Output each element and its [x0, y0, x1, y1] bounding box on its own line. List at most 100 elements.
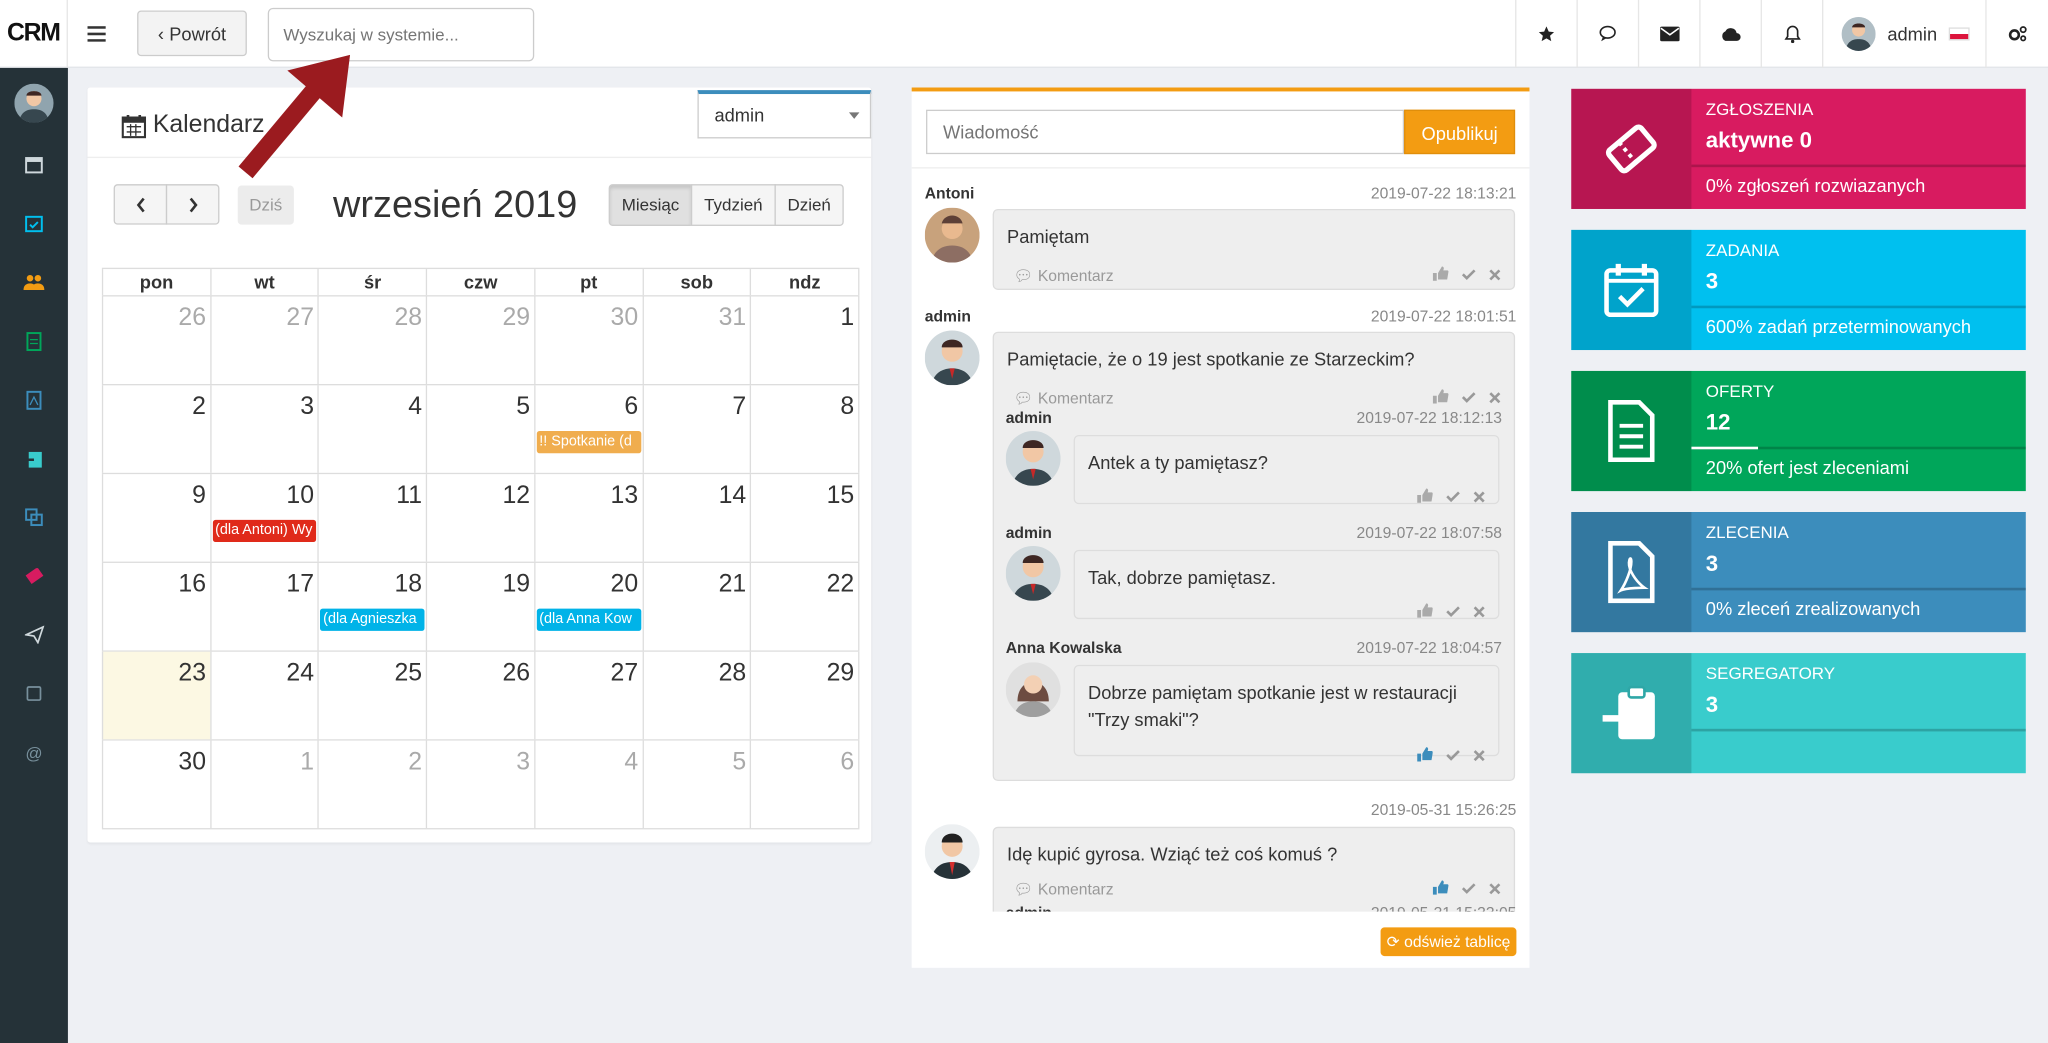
pdf-icon[interactable]	[0, 384, 68, 415]
comment-link[interactable]: 💬︎ Komentarz	[1014, 266, 1114, 284]
today-button[interactable]: Dziś	[237, 185, 294, 225]
calendar-day[interactable]: 14	[642, 474, 750, 562]
calendar-day[interactable]: 31	[642, 296, 750, 384]
info-box-zlecenia[interactable]: ZLECENIA 3 0% zleceń zrealizowanych	[1571, 511, 2026, 633]
at-icon[interactable]: @	[0, 737, 68, 768]
calendar-event[interactable]: (dla Agnieszka	[320, 608, 425, 631]
calendar-day[interactable]: 3	[209, 385, 318, 473]
calendar-day[interactable]: 7	[642, 385, 750, 473]
calendar-day[interactable]: 3	[425, 740, 534, 829]
calendar-day[interactable]: 4	[534, 740, 642, 829]
like-icon[interactable]	[1432, 266, 1449, 284]
close-icon[interactable]	[1473, 603, 1485, 621]
calendar-day[interactable]: 11	[317, 474, 426, 562]
prev-month-button[interactable]	[113, 184, 168, 225]
calendar-day[interactable]: 1	[209, 740, 318, 829]
view-week-button[interactable]: Tydzień	[691, 184, 776, 226]
copy-icon[interactable]	[0, 502, 68, 533]
calendar-day[interactable]: 6 !! Spotkanie (d	[534, 385, 642, 473]
calendar-day[interactable]: 16	[101, 562, 210, 651]
calendar-day[interactable]: 27	[209, 296, 318, 384]
info-box-segregatory[interactable]: SEGREGATORY 3	[1571, 653, 2026, 774]
close-icon[interactable]	[1473, 747, 1485, 765]
like-icon[interactable]	[1432, 880, 1449, 898]
paper-plane-icon[interactable]	[0, 619, 68, 650]
calendar-day[interactable]: 6	[750, 740, 860, 829]
calendar-day[interactable]: 29	[425, 296, 534, 384]
menu-toggle-icon[interactable]	[68, 0, 124, 68]
users-icon[interactable]	[0, 266, 68, 297]
calendar-day[interactable]: 30	[101, 740, 210, 829]
close-icon[interactable]	[1489, 880, 1501, 898]
message-input[interactable]	[926, 109, 1405, 155]
calendar-day[interactable]: 5	[425, 385, 534, 473]
calendar-day-today[interactable]: 23	[101, 651, 210, 740]
calendar-day[interactable]: 10 (dla Antoni) Wy	[209, 474, 318, 562]
like-icon[interactable]	[1417, 488, 1433, 506]
check-icon[interactable]	[1446, 488, 1460, 506]
calendar-day[interactable]: 26	[101, 296, 210, 384]
calendar-day[interactable]: 22	[750, 562, 860, 651]
calendar-event[interactable]: !! Spotkanie (d	[536, 431, 641, 454]
check-icon[interactable]	[1461, 880, 1476, 898]
check-icon[interactable]	[1446, 747, 1460, 765]
document-icon[interactable]	[0, 325, 68, 356]
like-icon[interactable]	[1432, 389, 1449, 407]
calendar-day[interactable]: 29	[750, 651, 860, 740]
note-icon[interactable]	[0, 678, 68, 709]
calendar-check-icon[interactable]	[0, 208, 68, 239]
view-month-button[interactable]: Miesiąc	[608, 184, 693, 226]
view-day-button[interactable]: Dzień	[774, 184, 844, 226]
calendar-day[interactable]: 4	[317, 385, 426, 473]
calendar-day[interactable]: 24	[209, 651, 318, 740]
clipboard-icon[interactable]	[0, 443, 68, 474]
like-icon[interactable]	[1417, 747, 1433, 765]
envelope-icon[interactable]	[1637, 0, 1699, 68]
bell-icon[interactable]	[1760, 0, 1822, 68]
cogs-icon[interactable]	[1985, 0, 2048, 68]
ticket-icon[interactable]	[0, 560, 68, 591]
info-box-zgłoszenia[interactable]: ZGŁOSZENIA aktywne 0 0% zgłoszeń rozwiazan…	[1571, 88, 2026, 209]
calendar-event[interactable]: (dla Antoni) Wy	[212, 519, 317, 543]
info-box-oferty[interactable]: OFERTY 12 20% ofert jest zleceniami	[1571, 370, 2026, 492]
check-icon[interactable]	[1461, 266, 1476, 284]
cloud-icon[interactable]	[1699, 0, 1760, 68]
calendar-day[interactable]: 28	[642, 651, 750, 740]
calendar-day[interactable]: 20 (dla Anna Kow	[534, 562, 642, 651]
calendar-day[interactable]: 21	[642, 562, 750, 651]
calendar-day[interactable]: 12	[425, 474, 534, 562]
publish-button[interactable]: Opublikuj	[1404, 109, 1516, 155]
calendar-day[interactable]: 8	[750, 385, 860, 473]
sidebar-avatar[interactable]	[0, 83, 68, 123]
calendar-day[interactable]: 30	[534, 296, 642, 384]
comment-link[interactable]: 💬︎ Komentarz	[1014, 389, 1114, 407]
message-list[interactable]: Antoni 2019-07-22 18:13:21 Pamiętam 💬︎ Kome…	[911, 167, 1530, 912]
like-icon[interactable]	[1417, 603, 1433, 621]
calendar-day[interactable]: 27	[534, 651, 642, 740]
calendar-day[interactable]: 13	[534, 474, 642, 562]
check-icon[interactable]	[1461, 389, 1476, 407]
close-icon[interactable]	[1473, 488, 1485, 506]
calendar-day[interactable]: 2	[317, 740, 426, 829]
user-menu[interactable]: admin	[1822, 0, 1985, 68]
calendar-day[interactable]: 17	[209, 562, 318, 651]
calendar-icon[interactable]	[0, 149, 68, 180]
calendar-day[interactable]: 19	[425, 562, 534, 651]
star-icon[interactable]	[1515, 0, 1576, 68]
next-month-button[interactable]	[165, 184, 220, 225]
calendar-day[interactable]: 1	[750, 296, 860, 384]
comment-link[interactable]: 💬︎ Komentarz	[1014, 880, 1114, 898]
calendar-event[interactable]: (dla Anna Kow	[536, 608, 641, 631]
close-icon[interactable]	[1489, 266, 1501, 284]
calendar-day[interactable]: 28	[317, 296, 426, 384]
close-icon[interactable]	[1489, 389, 1501, 407]
calendar-day[interactable]: 15	[750, 474, 860, 562]
app-logo[interactable]: CRM	[0, 0, 68, 68]
check-icon[interactable]	[1446, 603, 1460, 621]
calendar-day[interactable]: 25	[317, 651, 426, 740]
calendar-user-select[interactable]: admin	[697, 90, 872, 139]
calendar-day[interactable]: 9	[101, 474, 210, 562]
calendar-day[interactable]: 2	[101, 385, 210, 473]
back-button[interactable]: ‹ Powrót	[137, 10, 247, 57]
info-box-zadania[interactable]: ZADANIA 3 600% zadań przeterminowanych	[1571, 229, 2026, 351]
